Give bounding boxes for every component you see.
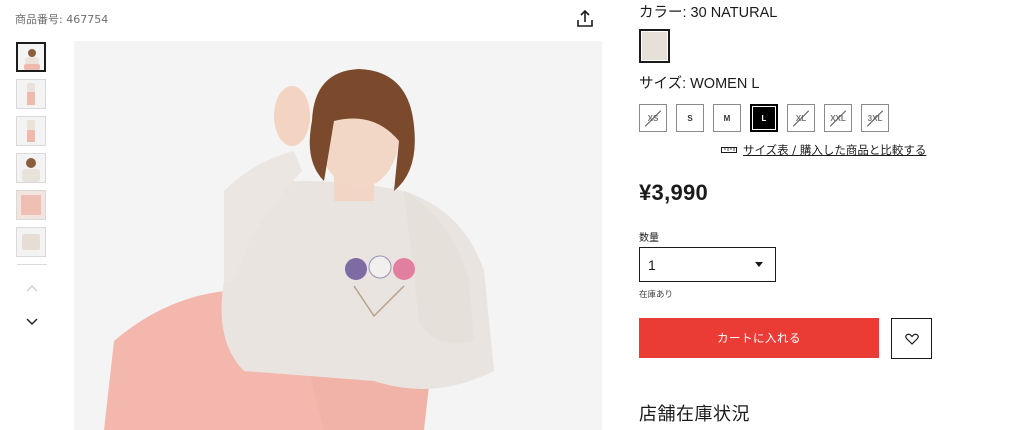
heart-icon xyxy=(904,333,919,345)
thumbnail-3[interactable] xyxy=(16,116,46,146)
store-stock-heading: 店舗在庫状況 xyxy=(639,404,750,425)
thumbnail-1[interactable] xyxy=(16,42,46,72)
quantity-value: 1 xyxy=(648,256,656,273)
chevron-up-icon xyxy=(26,285,38,292)
size-option-3xl[interactable]: 3XL xyxy=(861,104,889,132)
thumbnail-2[interactable] xyxy=(16,79,46,109)
stock-status: 在庫あり xyxy=(639,290,674,300)
thumbnail-divider xyxy=(17,264,47,265)
size-options: XS S M L XL XXL 3XL xyxy=(639,104,889,132)
size-option-m[interactable]: M xyxy=(713,104,741,132)
size-option-xl[interactable]: XL xyxy=(787,104,815,132)
product-number: 商品番号: 467754 xyxy=(15,13,109,26)
price: ¥3,990 xyxy=(639,180,709,205)
quantity-label: 数量 xyxy=(639,233,659,244)
thumbnail-scroll-up[interactable] xyxy=(16,277,48,299)
ruler-icon xyxy=(721,147,737,153)
size-option-xs[interactable]: XS xyxy=(639,104,667,132)
share-button[interactable] xyxy=(574,8,596,30)
size-option-l[interactable]: L xyxy=(750,104,778,132)
thumbnail-list xyxy=(16,42,48,333)
size-label: サイズ: WOMEN L xyxy=(639,76,760,92)
quantity-select[interactable]: 1 xyxy=(639,247,776,282)
product-photo xyxy=(74,41,602,430)
size-chart-link[interactable]: サイズ表 / 購入した商品と比較する xyxy=(721,142,926,158)
size-option-s[interactable]: S xyxy=(676,104,704,132)
caret-down-icon xyxy=(755,262,763,267)
main-product-image[interactable] xyxy=(74,41,602,430)
size-option-xxl[interactable]: XXL xyxy=(824,104,852,132)
thumbnail-6[interactable] xyxy=(16,227,46,257)
color-swatch-natural[interactable] xyxy=(639,29,670,63)
thumbnail-5[interactable] xyxy=(16,190,46,220)
favorite-button[interactable] xyxy=(891,318,932,359)
swatch-fill xyxy=(642,32,667,60)
add-to-cart-button[interactable]: カートに入れる xyxy=(639,318,879,358)
chevron-down-icon xyxy=(26,318,38,325)
color-label: カラー: 30 NATURAL xyxy=(639,5,778,21)
size-chart-link-text: サイズ表 / 購入した商品と比較する xyxy=(743,143,927,157)
share-icon xyxy=(577,9,593,27)
thumbnail-scroll-down[interactable] xyxy=(16,311,48,333)
thumbnail-4[interactable] xyxy=(16,153,46,183)
